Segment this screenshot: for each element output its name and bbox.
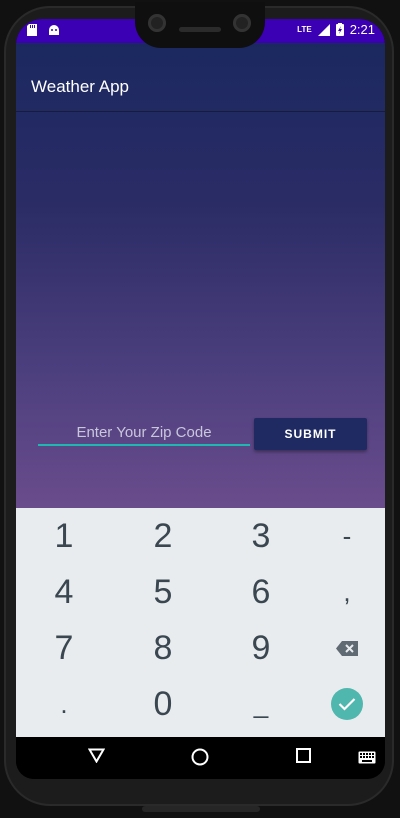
bottom-speaker-grille bbox=[142, 806, 260, 812]
key-underscore[interactable]: _ bbox=[215, 676, 307, 732]
key-3[interactable]: 3 bbox=[215, 508, 307, 564]
app-title: Weather App bbox=[31, 77, 129, 96]
key-8[interactable]: 8 bbox=[117, 620, 209, 676]
phone-screen: LTE 2:21 Weather App SUBMIT 1 2 bbox=[16, 19, 385, 779]
front-camera-right bbox=[233, 14, 251, 32]
key-0[interactable]: 0 bbox=[117, 676, 209, 732]
android-icon bbox=[49, 25, 59, 35]
status-time: 2:21 bbox=[349, 22, 375, 37]
numeric-keyboard: 1 2 3 - 4 5 6 , 7 8 9 . 0 _ bbox=[16, 508, 385, 737]
back-icon[interactable] bbox=[88, 748, 105, 763]
key-7[interactable]: 7 bbox=[18, 620, 110, 676]
done-button-circle bbox=[331, 688, 363, 720]
recents-icon[interactable] bbox=[296, 748, 311, 763]
key-5[interactable]: 5 bbox=[117, 564, 209, 620]
battery-charging-icon bbox=[335, 23, 344, 36]
home-icon[interactable] bbox=[191, 748, 209, 766]
app-content: Weather App SUBMIT bbox=[16, 43, 385, 509]
network-type-label: LTE bbox=[297, 25, 312, 34]
camera-notch bbox=[135, 2, 265, 48]
backspace-key[interactable] bbox=[301, 620, 385, 676]
key-period[interactable]: . bbox=[18, 676, 110, 732]
app-bar-divider bbox=[16, 111, 385, 112]
earpiece-speaker bbox=[179, 27, 221, 32]
front-camera-left bbox=[148, 14, 166, 32]
keyboard-switch-icon[interactable] bbox=[358, 751, 376, 764]
key-comma[interactable]: , bbox=[301, 564, 385, 620]
submit-button[interactable]: SUBMIT bbox=[254, 418, 367, 450]
key-2[interactable]: 2 bbox=[117, 508, 209, 564]
backspace-icon bbox=[336, 640, 358, 656]
navigation-bar bbox=[16, 737, 385, 779]
key-4[interactable]: 4 bbox=[18, 564, 110, 620]
key-minus[interactable]: - bbox=[301, 508, 385, 564]
key-1[interactable]: 1 bbox=[18, 508, 110, 564]
key-9[interactable]: 9 bbox=[215, 620, 307, 676]
done-key[interactable] bbox=[301, 676, 385, 732]
check-icon bbox=[338, 698, 356, 711]
key-6[interactable]: 6 bbox=[215, 564, 307, 620]
device-frame: LTE 2:21 Weather App SUBMIT 1 2 bbox=[0, 0, 400, 818]
signal-icon bbox=[317, 23, 330, 36]
sd-card-icon bbox=[27, 24, 37, 36]
zip-code-input[interactable] bbox=[38, 420, 250, 446]
